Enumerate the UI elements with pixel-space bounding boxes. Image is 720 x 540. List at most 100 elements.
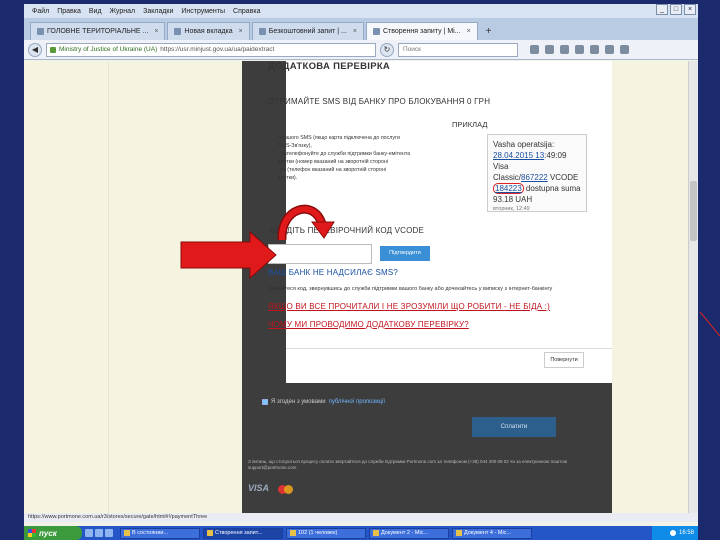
- tab-close-icon[interactable]: ×: [154, 28, 158, 35]
- reload-button[interactable]: ↻: [380, 42, 394, 57]
- navigation-bar: ◀ Ministry of Justice of Ukraine (UA) ht…: [24, 40, 698, 60]
- card-divider: [286, 348, 612, 349]
- bank-note-text: Дізнайтеся код, звернувшись до служби пі…: [268, 286, 553, 292]
- menu-tools[interactable]: Инструменты: [181, 8, 225, 15]
- menu-bookmarks[interactable]: Закладки: [143, 8, 173, 15]
- quick-launch-icon[interactable]: [85, 529, 93, 537]
- pocket-icon[interactable]: [560, 45, 569, 54]
- page-icon: [174, 28, 182, 35]
- instructions-text: першого SMS (якщо карта підключена до по…: [278, 134, 492, 182]
- agreement-checkbox[interactable]: [262, 399, 268, 405]
- sms-line-3: Classic/867222 VCODE: [493, 172, 581, 183]
- sms-line-4: 184223 dostupna suma: [493, 183, 581, 194]
- new-tab-button[interactable]: +: [480, 22, 498, 40]
- instruction-line: гри (телефон вказаний на зворотній сторо…: [278, 167, 386, 173]
- sms-heading: ОТРИМАЙТЕ SMS ВІД БАНКУ ПРО БЛОКУВАННЯ 0…: [268, 97, 491, 106]
- close-icon[interactable]: ×: [684, 4, 696, 15]
- menu-help[interactable]: Справка: [233, 8, 260, 15]
- tab-3[interactable]: Безкоштовний запит | ... ×: [251, 22, 364, 40]
- agreement-text: Я згоден з умовами: [271, 399, 326, 405]
- tab-label: Створення запиту | Мі...: [382, 28, 461, 35]
- search-placeholder: Поиск: [403, 46, 422, 53]
- word-icon: [373, 530, 379, 536]
- menu-history[interactable]: Журнал: [110, 8, 136, 15]
- bookmark-star-icon[interactable]: [530, 45, 539, 54]
- tab-1[interactable]: ГОЛОВНЕ ТЕРИТОРІАЛЬНЕ ... ×: [30, 22, 166, 40]
- taskbar-item-label: Документ 2 - Mic...: [381, 530, 429, 536]
- search-input[interactable]: Поиск: [398, 42, 518, 57]
- page-right-background: [612, 61, 698, 517]
- lock-icon: [50, 46, 56, 53]
- bookmarks-list-icon[interactable]: [545, 45, 554, 54]
- sms-line-5: 93.18 UAH: [493, 195, 533, 204]
- system-tray: 16:58: [652, 526, 698, 540]
- verification-card: [286, 61, 612, 383]
- sms-example-box: Vasha operatsija: 28.04.2015 13:49:09 Vi…: [487, 134, 587, 212]
- page-icon: [258, 28, 266, 35]
- no-sms-link[interactable]: ВАШ БАНК НЕ НАДСИЛАЄ SMS?: [268, 268, 398, 277]
- taskbar-item[interactable]: 102 (1 человек): [286, 527, 366, 539]
- address-bar[interactable]: Ministry of Justice of Ukraine (UA) http…: [46, 42, 376, 57]
- back-button[interactable]: ◀: [28, 42, 42, 57]
- menu-edit[interactable]: Правка: [57, 8, 81, 15]
- instruction-line: картки (номер вказаний на зворотній стор…: [278, 159, 389, 165]
- back-return-button[interactable]: Повернути: [544, 352, 584, 368]
- page-scrollbar[interactable]: [688, 61, 698, 517]
- app-icon: [124, 530, 130, 536]
- scroll-thumb[interactable]: [690, 181, 697, 241]
- tab-close-icon[interactable]: ×: [239, 28, 243, 35]
- sms-card-type: Classic/: [493, 173, 522, 182]
- tab-close-icon[interactable]: ×: [467, 28, 471, 35]
- windows-logo-icon: [28, 529, 36, 537]
- download-icon[interactable]: [575, 45, 584, 54]
- addon-icon[interactable]: [605, 45, 614, 54]
- taskbar-item-label: В состоянии...: [132, 530, 169, 536]
- help-link[interactable]: ЯКЩО ВИ ВСЕ ПРОЧИТАЛИ І НЕ ЗРОЗУМІЛИ ЩО …: [268, 302, 550, 311]
- confirm-button[interactable]: Підтвердити: [380, 246, 430, 261]
- taskbar-item[interactable]: Документ 4 - Mic...: [452, 527, 532, 539]
- tab-label: ГОЛОВНЕ ТЕРИТОРІАЛЬНЕ ...: [47, 28, 149, 35]
- instruction-line: першого SMS (якщо карта підключена до по…: [278, 135, 400, 141]
- slide-border-right: [698, 0, 720, 540]
- sms-vcode-label: VCODE: [547, 173, 579, 182]
- sms-timestamp: вторник, 12:49: [493, 206, 530, 212]
- why-verification-link[interactable]: ЧОМУ МИ ПРОВОДИМО ДОДАТКОВУ ПЕРЕВІРКУ?: [268, 320, 469, 329]
- minimize-icon[interactable]: _: [656, 4, 668, 15]
- tray-icon[interactable]: [669, 530, 676, 536]
- page-icon: [372, 28, 380, 35]
- tab-label: Новая вкладка: [184, 28, 233, 35]
- taskbar-item-active[interactable]: Створення запит...: [203, 527, 283, 539]
- public-offer-link[interactable]: публічної пропозиції: [329, 399, 385, 405]
- tab-2[interactable]: Новая вкладка ×: [167, 22, 250, 40]
- quick-launch: [85, 529, 113, 537]
- vcode-input[interactable]: [268, 244, 372, 264]
- instruction-line: SMS-Зв'язку),: [278, 143, 312, 149]
- taskbar-item-label: Створення запит...: [215, 530, 263, 536]
- menu-file[interactable]: Файл: [32, 8, 49, 15]
- tab-bar: ГОЛОВНЕ ТЕРИТОРІАЛЬНЕ ... × Новая вкладк…: [24, 18, 698, 40]
- start-button[interactable]: пуск: [24, 526, 82, 540]
- verification-heading: ДОДАТКОВА ПЕРЕВІРКА: [268, 61, 391, 72]
- quick-launch-icon[interactable]: [95, 529, 103, 537]
- sms-line-1: Vasha operatsija:: [493, 140, 555, 149]
- app-icon: [290, 530, 296, 536]
- taskbar-item[interactable]: Документ 2 - Mic...: [369, 527, 449, 539]
- pay-button[interactable]: Сплатити: [472, 417, 556, 437]
- visa-logo: VISA: [248, 483, 270, 493]
- slide-border-left: [0, 0, 24, 540]
- taskbar-item[interactable]: В состоянии...: [120, 527, 200, 539]
- mastercard-circle-orange: [284, 485, 293, 494]
- support-footer-text: З питань, що стосуються процесу оплати з…: [248, 459, 568, 470]
- sms-line-2: 28.04.2015 13:49:09 Visa: [493, 150, 581, 172]
- tab-close-icon[interactable]: ×: [353, 28, 357, 35]
- sms-date-link: 28.04.2015 13: [493, 151, 545, 160]
- menu-icon[interactable]: [620, 45, 629, 54]
- tab-4-active[interactable]: Створення запиту | Мі... ×: [365, 22, 478, 40]
- page-left-background: [24, 61, 242, 517]
- sms-vcode-highlight: 184223: [493, 183, 524, 194]
- home-icon[interactable]: [590, 45, 599, 54]
- maximize-icon[interactable]: □: [670, 4, 682, 15]
- quick-launch-icon[interactable]: [105, 529, 113, 537]
- menu-bar: Файл Правка Вид Журнал Закладки Инструме…: [24, 4, 698, 18]
- menu-view[interactable]: Вид: [89, 8, 102, 15]
